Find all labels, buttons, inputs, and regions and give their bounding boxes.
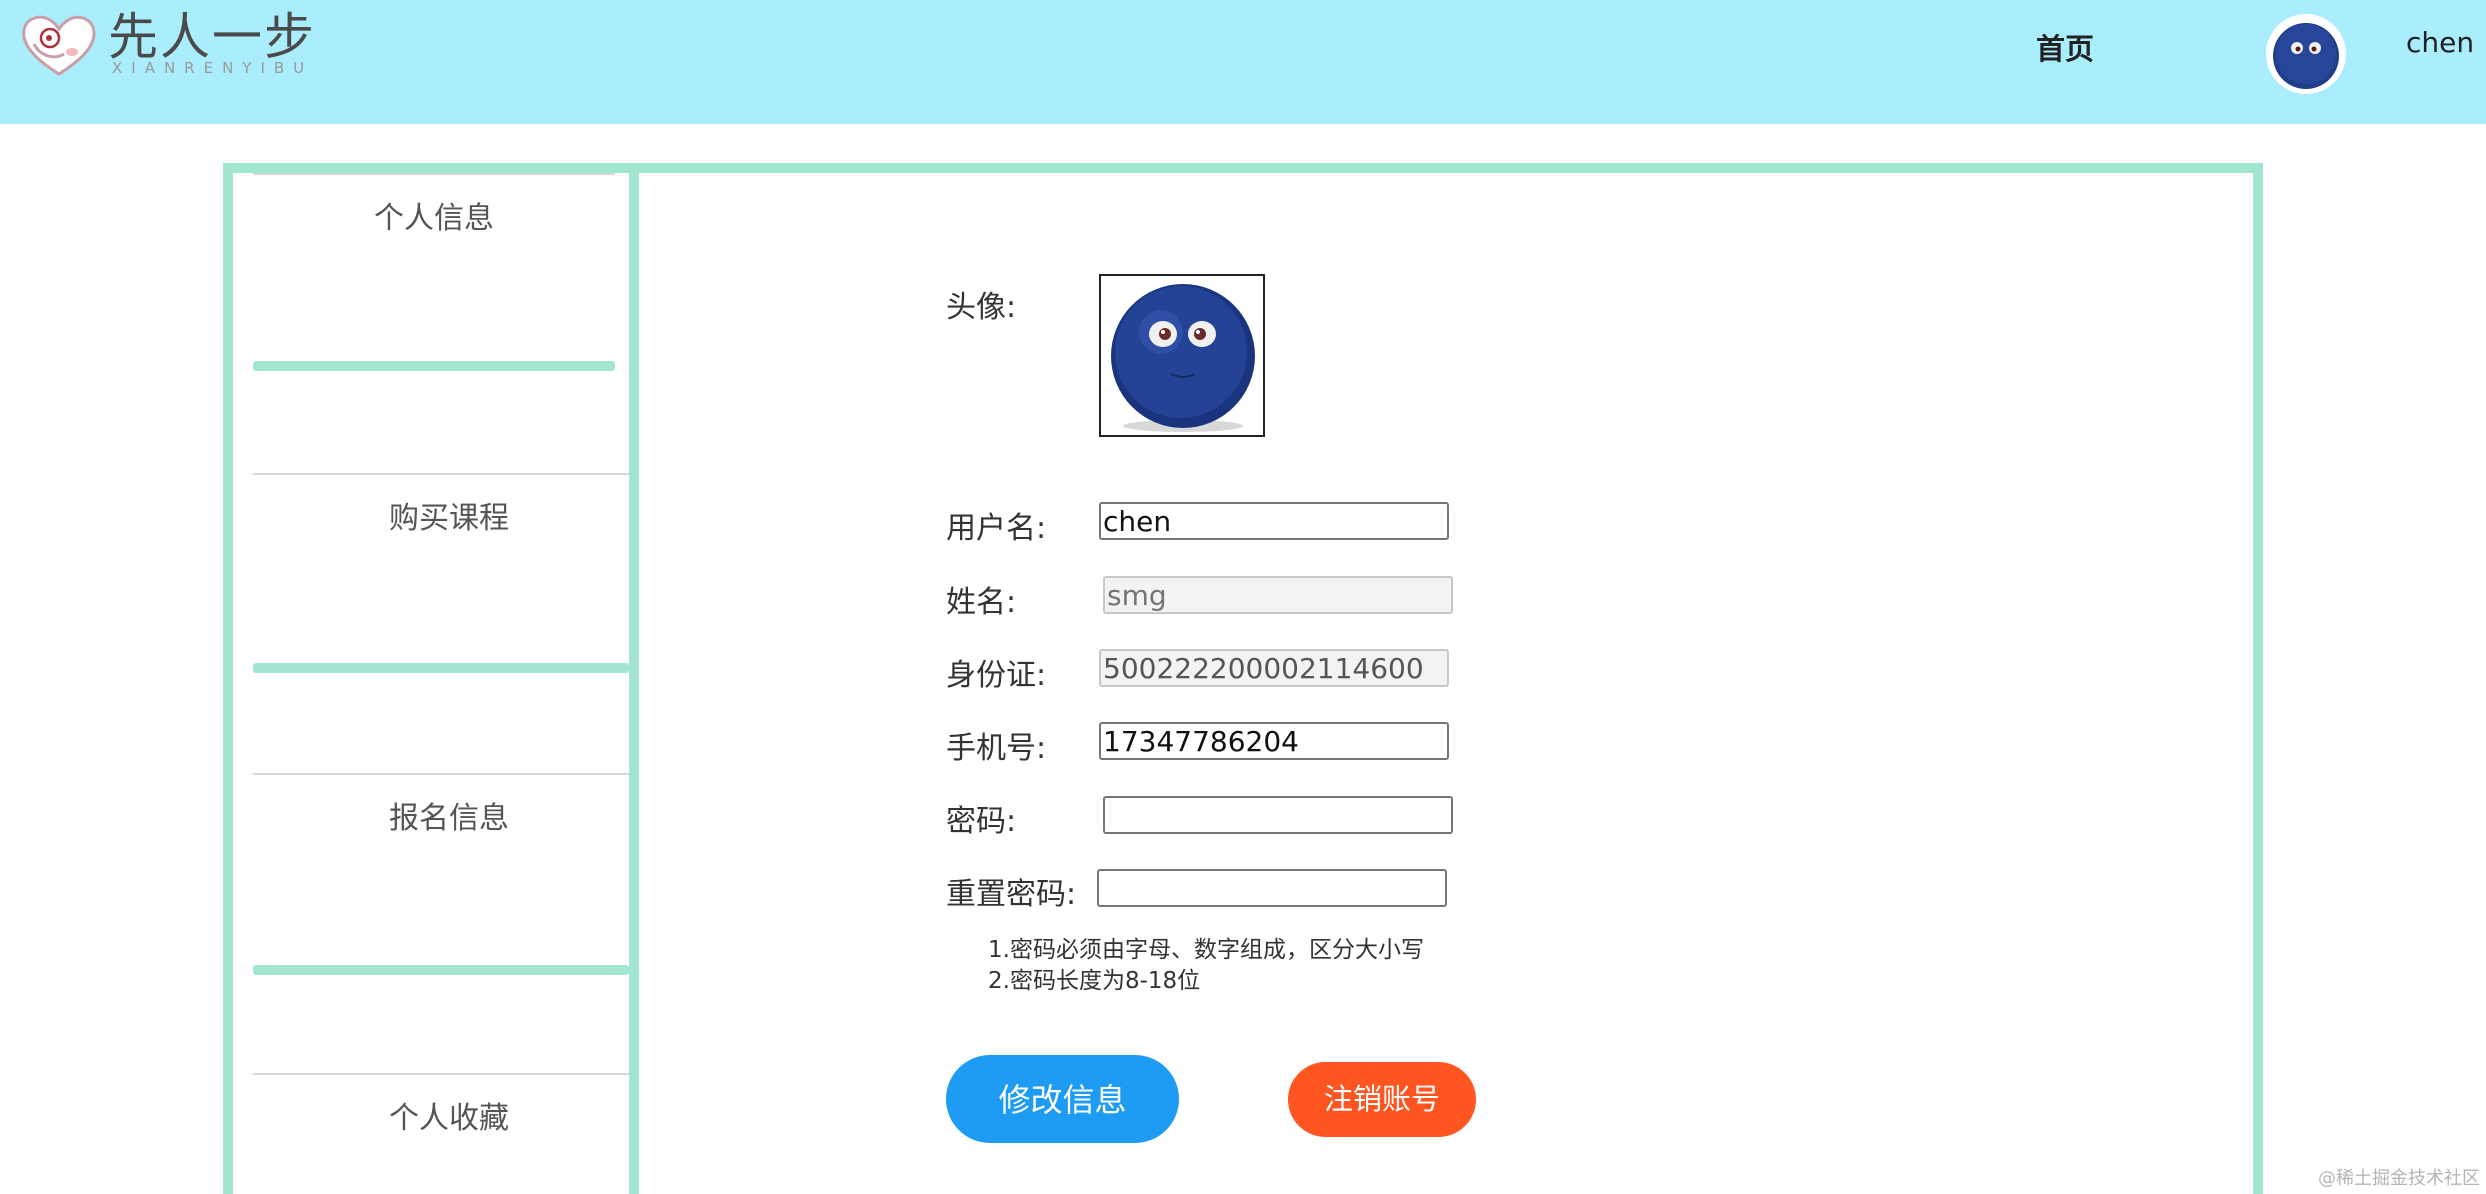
confirm-password-label: 重置密码: <box>946 877 1077 912</box>
password-hint-1: 1.密码必须由字母、数字组成，区分大小写 <box>988 937 1424 963</box>
confirm-password-input[interactable] <box>1097 869 1447 907</box>
sidebar-item-label: 购买课程 <box>389 501 509 536</box>
watermark: @稀土掘金技术社区 <box>2318 1168 2480 1189</box>
password-input[interactable] <box>1103 796 1453 834</box>
sidebar-item-personal-info[interactable]: 个人信息 <box>253 173 615 373</box>
username-input[interactable] <box>1099 502 1449 540</box>
password-hint-2: 2.密码长度为8-18位 <box>988 968 1201 994</box>
sidebar-separator <box>253 663 629 673</box>
fluffy-monster-avatar-icon <box>1111 284 1255 432</box>
deactivate-account-button[interactable]: 注销账号 <box>1288 1062 1476 1137</box>
top-header: 先人一步 XIANRENYIBU 首页 chen <box>0 0 2486 124</box>
sidebar-divider <box>253 473 629 475</box>
sidebar: 个人信息 购买课程 报名信息 个人收藏 <box>233 173 639 1194</box>
sidebar-item-label: 报名信息 <box>389 801 509 836</box>
name-input[interactable] <box>1103 576 1453 614</box>
sidebar-separator <box>253 965 629 975</box>
fluffy-monster-avatar-icon <box>2266 14 2346 94</box>
sidebar-divider <box>253 1073 629 1075</box>
header-username[interactable]: chen <box>2406 26 2474 59</box>
sidebar-item-favorites[interactable]: 个人收藏 <box>253 1073 629 1194</box>
edit-info-button[interactable]: 修改信息 <box>946 1055 1179 1143</box>
sidebar-item-label: 个人信息 <box>374 201 494 236</box>
sidebar-divider <box>253 773 629 775</box>
heart-logo-icon[interactable] <box>20 12 98 78</box>
sidebar-item-registration-info[interactable]: 报名信息 <box>253 773 629 975</box>
password-label: 密码: <box>946 804 1017 839</box>
sidebar-separator <box>253 361 615 371</box>
sidebar-item-label: 个人收藏 <box>389 1101 509 1136</box>
sidebar-item-purchased-courses[interactable]: 购买课程 <box>253 473 629 673</box>
sidebar-divider <box>253 173 615 175</box>
id-card-input[interactable] <box>1099 649 1449 687</box>
nav-home-link[interactable]: 首页 <box>2036 26 2094 68</box>
phone-input[interactable] <box>1099 722 1449 760</box>
avatar-label: 头像: <box>946 290 1017 325</box>
phone-label: 手机号: <box>946 731 1047 766</box>
logo-subtitle: XIANRENYIBU <box>112 59 314 77</box>
avatar-upload[interactable] <box>1099 274 1265 437</box>
id-card-label: 身份证: <box>946 658 1047 693</box>
name-label: 姓名: <box>946 585 1017 620</box>
username-label: 用户名: <box>946 511 1047 546</box>
header-avatar[interactable] <box>2266 14 2346 94</box>
